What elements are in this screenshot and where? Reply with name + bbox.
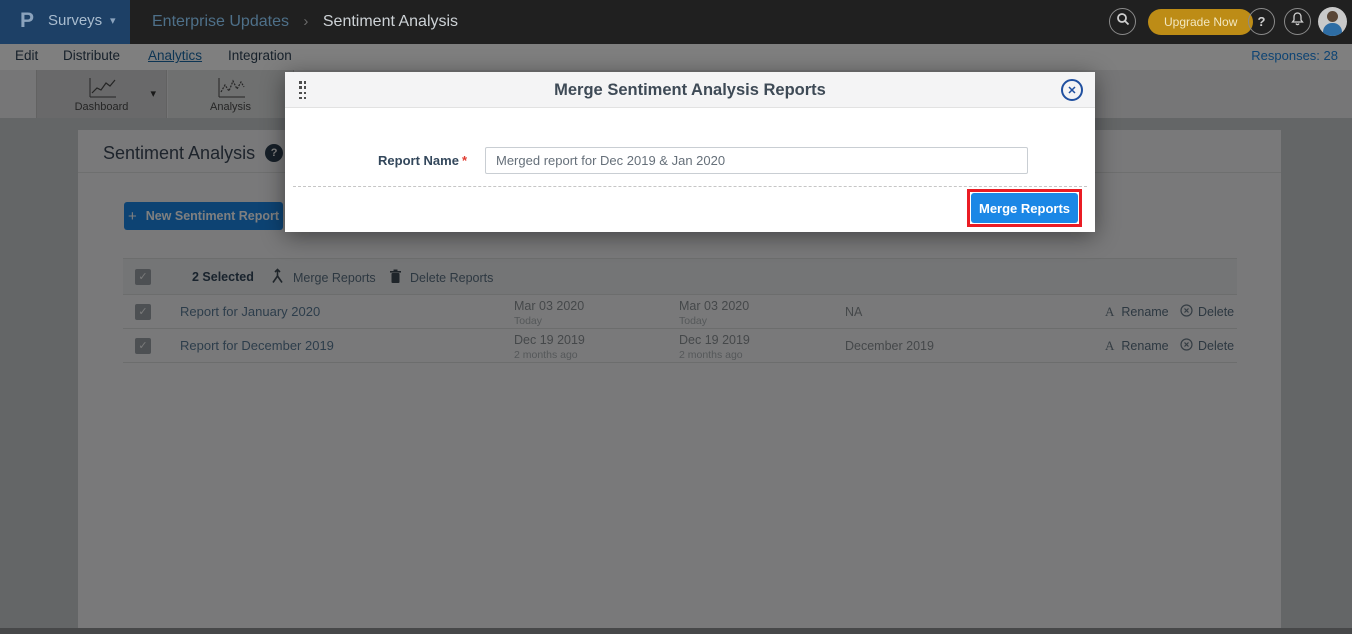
notifications-button[interactable] [1284, 8, 1311, 35]
avatar-head [1327, 11, 1338, 22]
breadcrumb-survey-name[interactable]: Enterprise Updates [152, 13, 289, 30]
breadcrumb-current-page: Sentiment Analysis [323, 13, 458, 30]
avatar-torso [1323, 23, 1342, 36]
question-mark-icon: ? [1258, 14, 1266, 29]
modal-footer-divider [293, 186, 1087, 187]
breadcrumb: Enterprise Updates › Sentiment Analysis [152, 0, 458, 44]
product-name: Surveys [48, 12, 102, 29]
search-icon [1116, 12, 1130, 31]
top-bar: P Surveys ▾ Enterprise Updates › Sentime… [0, 0, 1352, 44]
required-asterisk: * [462, 153, 467, 168]
product-switcher[interactable]: P Surveys ▾ [0, 0, 130, 44]
bell-icon [1291, 12, 1304, 31]
modal-title: Merge Sentiment Analysis Reports [285, 72, 1095, 108]
help-button[interactable]: ? [1248, 8, 1275, 35]
caret-down-icon: ▾ [110, 14, 116, 27]
questionpro-logo-icon: P [20, 9, 34, 33]
modal-close-button[interactable]: ✕ [1061, 79, 1083, 101]
report-name-input[interactable] [485, 147, 1028, 174]
report-name-label: Report Name* [285, 153, 467, 168]
user-avatar[interactable] [1318, 7, 1347, 36]
close-icon: ✕ [1067, 84, 1076, 97]
modal-header: Merge Sentiment Analysis Reports ✕ [285, 72, 1095, 108]
questionpro-app: P Surveys ▾ Enterprise Updates › Sentime… [0, 0, 1352, 634]
upgrade-now-button[interactable]: Upgrade Now [1148, 9, 1253, 35]
drag-handle-icon[interactable] [298, 80, 307, 101]
merge-reports-button[interactable]: Merge Reports [971, 193, 1078, 223]
merge-reports-modal: Merge Sentiment Analysis Reports ✕ Repor… [285, 72, 1095, 232]
search-button[interactable] [1109, 8, 1136, 35]
chevron-right-icon: › [303, 13, 308, 30]
